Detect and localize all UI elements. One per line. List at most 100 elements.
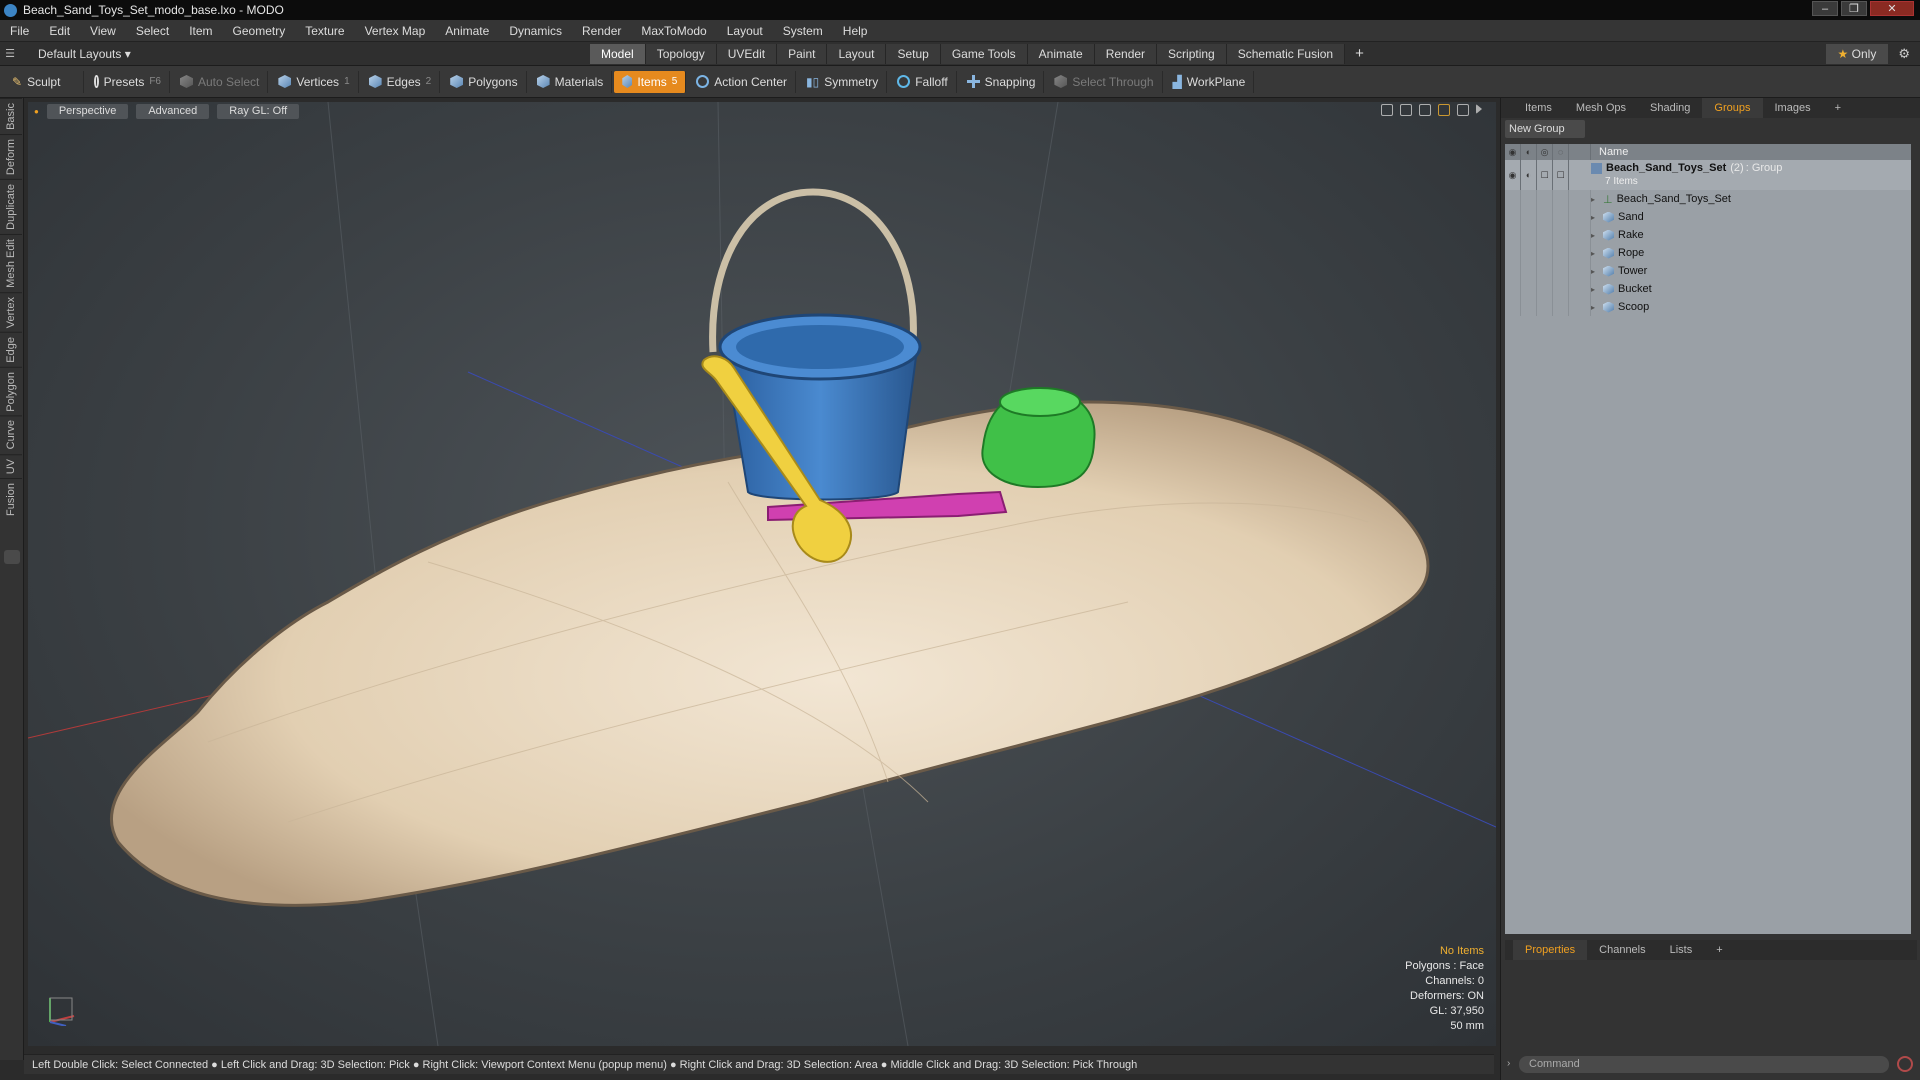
symmetry-button[interactable]: ▮▯ Symmetry [798, 70, 888, 93]
menu-select[interactable]: Select [126, 20, 179, 42]
render-column-icon[interactable]: ◎ [1537, 144, 1553, 160]
tab-setup[interactable]: Setup [886, 43, 941, 64]
tab-properties[interactable]: Properties [1513, 940, 1588, 960]
presets-button[interactable]: Presets F6 [86, 70, 170, 93]
materials-button[interactable]: Materials [529, 70, 613, 93]
menu-maxtomodo[interactable]: MaxToModo [631, 20, 716, 42]
tab-vertex[interactable]: Vertex [0, 291, 22, 332]
tab-channels[interactable]: Channels [1587, 940, 1657, 960]
record-icon[interactable] [1897, 1056, 1913, 1072]
layout-menu-icon[interactable]: ☰ [0, 47, 20, 60]
expand-icon[interactable]: ▸ [1591, 285, 1603, 294]
tree-row-sand[interactable]: ▸ Sand [1505, 208, 1911, 226]
tab-groups[interactable]: Groups [1702, 98, 1763, 118]
tab-images[interactable]: Images [1763, 98, 1823, 118]
tree-row-rope[interactable]: ▸ Rope [1505, 244, 1911, 262]
tab-duplicate[interactable]: Duplicate [0, 178, 22, 234]
command-input[interactable]: Command [1519, 1056, 1889, 1073]
menu-help[interactable]: Help [833, 20, 878, 42]
collapse-toggle[interactable] [4, 550, 20, 565]
menu-edit[interactable]: Edit [39, 20, 80, 42]
tree-row-locator[interactable]: ▸ ⊥ Beach_Sand_Toys_Set [1505, 190, 1911, 208]
tab-items[interactable]: Items [1513, 98, 1564, 118]
menu-texture[interactable]: Texture [295, 20, 354, 42]
group-render-icon[interactable]: ☐ [1537, 160, 1553, 190]
fit-icon[interactable] [1438, 104, 1450, 116]
tree-row-scoop[interactable]: ▸ Scoop [1505, 298, 1911, 316]
close-button[interactable]: ✕ [1870, 1, 1914, 16]
tab-schematic-fusion[interactable]: Schematic Fusion [1226, 43, 1346, 64]
expand-icon[interactable]: ▸ [1591, 303, 1603, 312]
edges-button[interactable]: Edges 2 [361, 70, 441, 93]
expand-icon[interactable]: ▸ [1591, 195, 1603, 204]
menu-system[interactable]: System [773, 20, 833, 42]
workplane-button[interactable]: ▟ WorkPlane [1165, 70, 1255, 93]
tab-fusion[interactable]: Fusion [0, 478, 22, 521]
menu-view[interactable]: View [80, 20, 126, 42]
tab-game-tools[interactable]: Game Tools [940, 43, 1028, 64]
group-row[interactable]: ◉ ◐ ☐ ☐ Beach_Sand_Toys_Set (2) : Group … [1505, 160, 1911, 190]
minimize-button[interactable]: – [1812, 1, 1838, 16]
polygons-button[interactable]: Polygons [442, 70, 527, 93]
rotate-icon[interactable] [1400, 104, 1412, 116]
only-toggle[interactable]: ★ Only [1825, 43, 1889, 64]
tab-render[interactable]: Render [1094, 43, 1158, 64]
tab-edge[interactable]: Edge [0, 331, 22, 367]
items-button[interactable]: Items 5 [614, 70, 687, 93]
vertices-button[interactable]: Vertices 1 [270, 70, 359, 93]
menu-geometry[interactable]: Geometry [223, 20, 296, 42]
sculpt-button[interactable]: ✎ Sculpt [4, 70, 84, 93]
tree-row-bucket[interactable]: ▸ Bucket [1505, 280, 1911, 298]
expand-icon[interactable]: ▸ [1591, 213, 1603, 222]
gear-icon[interactable]: ⚙ [1898, 46, 1910, 62]
view-mode-button[interactable]: Perspective [46, 103, 129, 119]
tree-row-rake[interactable]: ▸ Rake [1505, 226, 1911, 244]
expand-icon[interactable]: ▸ [1591, 249, 1603, 258]
lock-column-icon[interactable]: ◐ [1521, 144, 1537, 160]
menu-vertex-map[interactable]: Vertex Map [355, 20, 436, 42]
tab-polygon[interactable]: Polygon [0, 366, 22, 416]
menu-render[interactable]: Render [572, 20, 631, 42]
3d-viewport[interactable]: ● Perspective Advanced Ray GL: Off No It… [28, 102, 1496, 1046]
tab-mesh-edit[interactable]: Mesh Edit [0, 233, 22, 292]
tab-scripting[interactable]: Scripting [1157, 43, 1227, 64]
viewport-gear-icon[interactable] [1457, 104, 1469, 116]
visibility-column-icon[interactable]: ◉ [1505, 144, 1521, 160]
group-visibility-icon[interactable]: ◉ [1505, 160, 1521, 190]
auto-select-button[interactable]: Auto Select [172, 70, 269, 93]
tab-curve[interactable]: Curve [0, 415, 22, 454]
expand-icon[interactable]: ▸ [1591, 231, 1603, 240]
pan-icon[interactable] [1381, 104, 1393, 116]
tab-layout[interactable]: Layout [827, 43, 887, 64]
zoom-icon[interactable] [1419, 104, 1431, 116]
group-lock-icon[interactable]: ◐ [1521, 160, 1537, 190]
add-properties-tab-button[interactable]: + [1704, 940, 1734, 960]
default-layouts-dropdown[interactable]: Default Layouts ▾ [20, 47, 590, 61]
viewport-expand-icon[interactable] [1476, 104, 1482, 114]
tab-uvedit[interactable]: UVEdit [716, 43, 778, 64]
tab-paint[interactable]: Paint [777, 43, 828, 64]
tab-topology[interactable]: Topology [645, 43, 717, 64]
tab-basic[interactable]: Basic [0, 98, 22, 134]
tab-uv[interactable]: UV [0, 453, 22, 479]
add-panel-tab-button[interactable]: + [1823, 98, 1853, 118]
tab-lists[interactable]: Lists [1658, 940, 1705, 960]
group-select-icon[interactable]: ☐ [1553, 160, 1569, 190]
select-through-button[interactable]: Select Through [1046, 70, 1163, 93]
new-group-button[interactable]: New Group [1505, 120, 1585, 138]
menu-item[interactable]: Item [179, 20, 222, 42]
tab-deform[interactable]: Deform [0, 133, 22, 179]
falloff-button[interactable]: Falloff [889, 70, 957, 93]
expand-icon[interactable]: ▸ [1591, 267, 1603, 276]
tab-animate[interactable]: Animate [1027, 43, 1095, 64]
raygl-button[interactable]: Ray GL: Off [217, 103, 300, 119]
select-column-icon[interactable]: ◌ [1553, 144, 1569, 160]
tab-model[interactable]: Model [590, 43, 646, 64]
tree-row-tower[interactable]: ▸ Tower [1505, 262, 1911, 280]
menu-file[interactable]: File [0, 20, 39, 42]
add-tab-button[interactable]: + [1345, 45, 1374, 62]
action-center-button[interactable]: Action Center [688, 70, 796, 93]
menu-animate[interactable]: Animate [435, 20, 499, 42]
snapping-button[interactable]: Snapping [959, 70, 1045, 93]
menu-dynamics[interactable]: Dynamics [499, 20, 572, 42]
